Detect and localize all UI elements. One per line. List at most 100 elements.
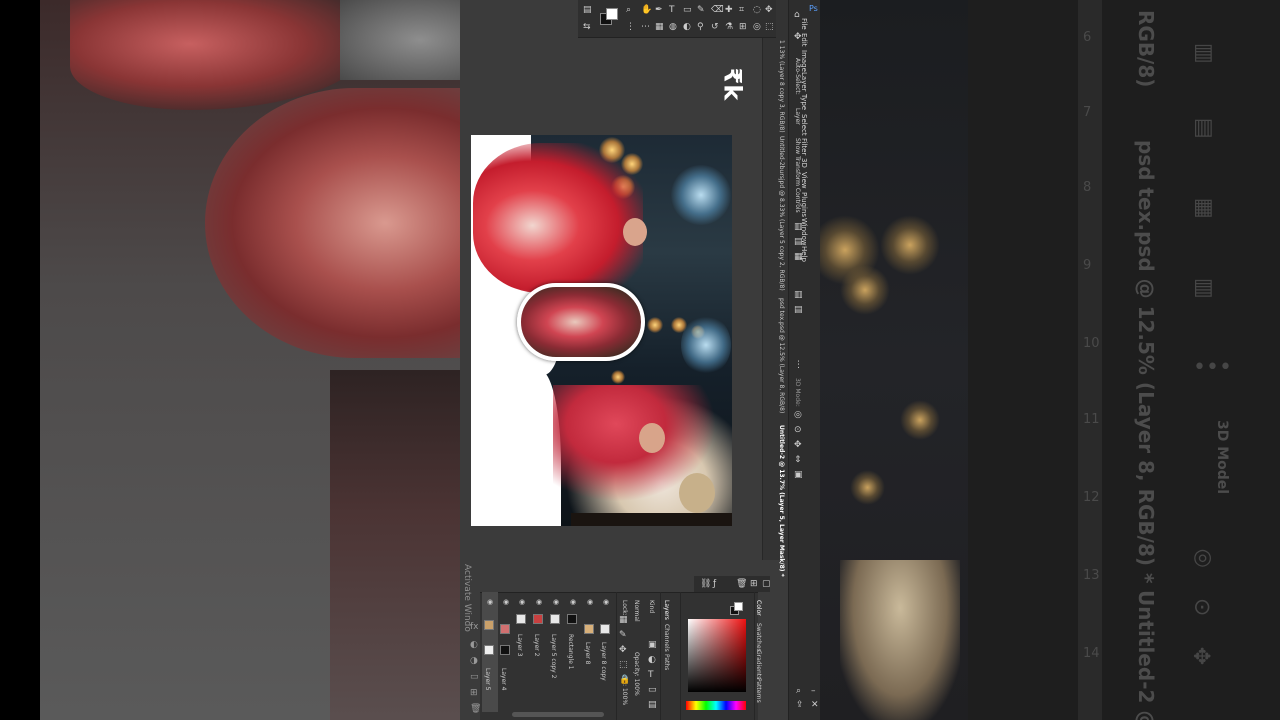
lock-move-icon[interactable]: ✥ <box>619 645 627 655</box>
edit-toolbar-icon[interactable]: ⋯ <box>641 22 650 32</box>
layer-mask-thumbnail[interactable] <box>484 645 494 655</box>
layer-item[interactable]: Layer 8 <box>584 642 591 664</box>
layer-item[interactable]: Rectangle 1 <box>567 634 574 670</box>
layer-thumbnail[interactable] <box>584 624 594 634</box>
tab-untitled-2[interactable]: Untitled-2 @ 13.7% (Layer 5, Layer Mask/… <box>778 425 785 577</box>
pen-tool-icon[interactable]: ✒ <box>655 5 663 15</box>
frame-tool-icon[interactable]: ⊞ <box>739 22 747 32</box>
layer-thumbnail[interactable] <box>533 614 543 624</box>
layer-thumbnail[interactable] <box>567 614 577 624</box>
filter-pixel-icon[interactable]: ▣ <box>648 640 657 650</box>
lock-all-icon[interactable]: 🔒 <box>619 675 630 685</box>
marquee-tool-icon[interactable]: ⬚ <box>765 22 774 32</box>
new-layer-icon[interactable]: ⊞ <box>750 579 758 589</box>
history-brush-icon[interactable]: ↺ <box>711 22 719 32</box>
menu-layer[interactable]: Layer <box>800 72 808 92</box>
layer-item[interactable]: Layer 5 copy 2 <box>550 634 557 678</box>
tab-psd-tex[interactable]: psd tex.psd @ 12.5% (Layer 8, RGB/8) <box>778 298 785 413</box>
text-tool-icon[interactable]: T <box>669 5 675 15</box>
close-icon[interactable]: ✕ <box>811 700 819 710</box>
menu-3d[interactable]: 3D <box>800 158 808 168</box>
more-options-icon[interactable]: ⋮ <box>794 360 803 370</box>
tab-patterns[interactable]: Patterns <box>755 678 762 703</box>
opacity-field[interactable]: Opacity: 100% <box>633 652 640 696</box>
3d-slide-icon[interactable]: ⇕ <box>794 455 802 465</box>
3d-rotate-icon[interactable]: ◎ <box>794 410 802 420</box>
tab-gradients[interactable]: Gradients <box>755 650 762 679</box>
align-right-icon[interactable]: ▦ <box>794 252 803 262</box>
menu-type[interactable]: Type <box>800 94 808 110</box>
quick-select-icon[interactable]: ◎ <box>753 22 761 32</box>
couple-photo-bottom[interactable] <box>553 385 732 515</box>
fx-icon[interactable]: ƒ <box>713 579 716 589</box>
background-color-swatch[interactable] <box>606 8 618 20</box>
adjustment-icon[interactable]: ◑ <box>470 656 478 666</box>
filter-type-icon[interactable]: T <box>648 670 654 680</box>
layer-thumbnail[interactable] <box>484 620 494 630</box>
align-left-icon[interactable]: ▥ <box>794 222 803 232</box>
crop-tool-icon[interactable]: ⌗ <box>739 5 744 15</box>
stamp-tool-icon[interactable]: ⚲ <box>697 22 704 32</box>
layer-thumbnail[interactable] <box>600 624 610 634</box>
minimize-icon[interactable]: – <box>811 686 816 696</box>
tab-layer-8-copy-3[interactable]: 1 13% (Layer 8 copy 3, RGB/8) <box>778 40 785 133</box>
auto-select-target[interactable]: Layer <box>794 108 801 125</box>
distribute-icon[interactable]: ▤ <box>794 305 803 315</box>
align-center-icon[interactable]: ▤ <box>794 237 803 247</box>
blur-tool-icon[interactable]: ◍ <box>669 22 677 32</box>
mask-icon[interactable]: ◐ <box>470 640 478 650</box>
tab-color[interactable]: Color <box>755 600 762 616</box>
menu-select[interactable]: Select <box>800 114 808 136</box>
layer-thumbnail[interactable] <box>550 614 560 624</box>
auto-select-label[interactable]: Auto-Select: <box>794 58 801 95</box>
brush-tool-icon[interactable]: ✎ <box>697 5 705 15</box>
eyedropper-tool-icon[interactable]: ⚗ <box>725 22 733 32</box>
layer-item-selected[interactable]: Layer 5 <box>484 668 491 690</box>
lock-pixels-icon[interactable]: ▦ <box>619 615 628 625</box>
tab-channels[interactable]: Channels <box>663 624 670 652</box>
tab-swatches[interactable]: Swatches <box>755 623 762 652</box>
filter-shape-icon[interactable]: ▭ <box>648 685 657 695</box>
lock-paint-icon[interactable]: ✎ <box>619 630 627 640</box>
distribute-icon[interactable]: ▥ <box>794 290 803 300</box>
zoom-tool-icon[interactable]: ⌕ <box>626 5 631 15</box>
color-picker-field[interactable] <box>688 619 746 692</box>
layer-item[interactable]: Layer 4 <box>500 668 507 690</box>
delete-layer-icon[interactable]: 🗑 <box>470 704 481 714</box>
tab-untitled-2-bursjpd[interactable]: Untitled-2bursjpd @ 8.33% (Layer 5 copy … <box>778 136 785 291</box>
layer-item[interactable]: Layer 2 <box>533 634 540 656</box>
bride-photo-top[interactable] <box>473 143 647 293</box>
visibility-eye-icon[interactable]: ◉ <box>487 598 493 606</box>
hand-tool-icon[interactable]: ✋ <box>641 5 652 15</box>
3d-pan-icon[interactable]: ✥ <box>794 440 802 450</box>
home-icon[interactable]: ⌂ <box>794 10 800 20</box>
gradient-tool-icon[interactable]: ▦ <box>655 22 664 32</box>
layer-filter-kind[interactable]: Kind <box>648 600 655 613</box>
lock-artboard-icon[interactable]: ⬚ <box>619 660 628 670</box>
filter-adjust-icon[interactable]: ◐ <box>648 655 656 665</box>
group-icon[interactable]: ▭ <box>470 672 479 682</box>
3d-scale-icon[interactable]: ▣ <box>794 470 803 480</box>
blend-mode-select[interactable]: Normal <box>633 600 640 622</box>
visibility-eye-icon[interactable]: ◉ <box>536 598 542 606</box>
3d-roll-icon[interactable]: ⊙ <box>794 425 802 435</box>
menu-filter[interactable]: Filter <box>800 138 808 155</box>
oval-frame-photo[interactable] <box>517 283 645 361</box>
filter-smart-icon[interactable]: ▤ <box>648 700 657 710</box>
move-tool-icon[interactable]: ✥ <box>765 5 773 15</box>
healing-tool-icon[interactable]: ✚ <box>725 5 733 15</box>
link-layers-icon[interactable]: ⛓ <box>700 579 711 589</box>
show-transform-controls[interactable]: Show Transform Controls <box>794 138 801 213</box>
visibility-eye-icon[interactable]: ◉ <box>519 598 525 606</box>
lasso-tool-icon[interactable]: ◌ <box>753 5 761 15</box>
background-swatch[interactable] <box>734 602 743 611</box>
more-tools-icon[interactable]: ⋮ <box>626 22 635 32</box>
visibility-eye-icon[interactable]: ◉ <box>570 598 576 606</box>
layers-scrollbar[interactable] <box>512 712 604 717</box>
visibility-eye-icon[interactable]: ◉ <box>603 598 609 606</box>
tab-layers[interactable]: Layers <box>663 600 670 620</box>
tab-paths[interactable]: Paths <box>663 654 670 670</box>
visibility-eye-icon[interactable]: ◉ <box>553 598 559 606</box>
hue-slider[interactable] <box>686 701 746 710</box>
layer-thumbnail[interactable] <box>516 614 526 624</box>
